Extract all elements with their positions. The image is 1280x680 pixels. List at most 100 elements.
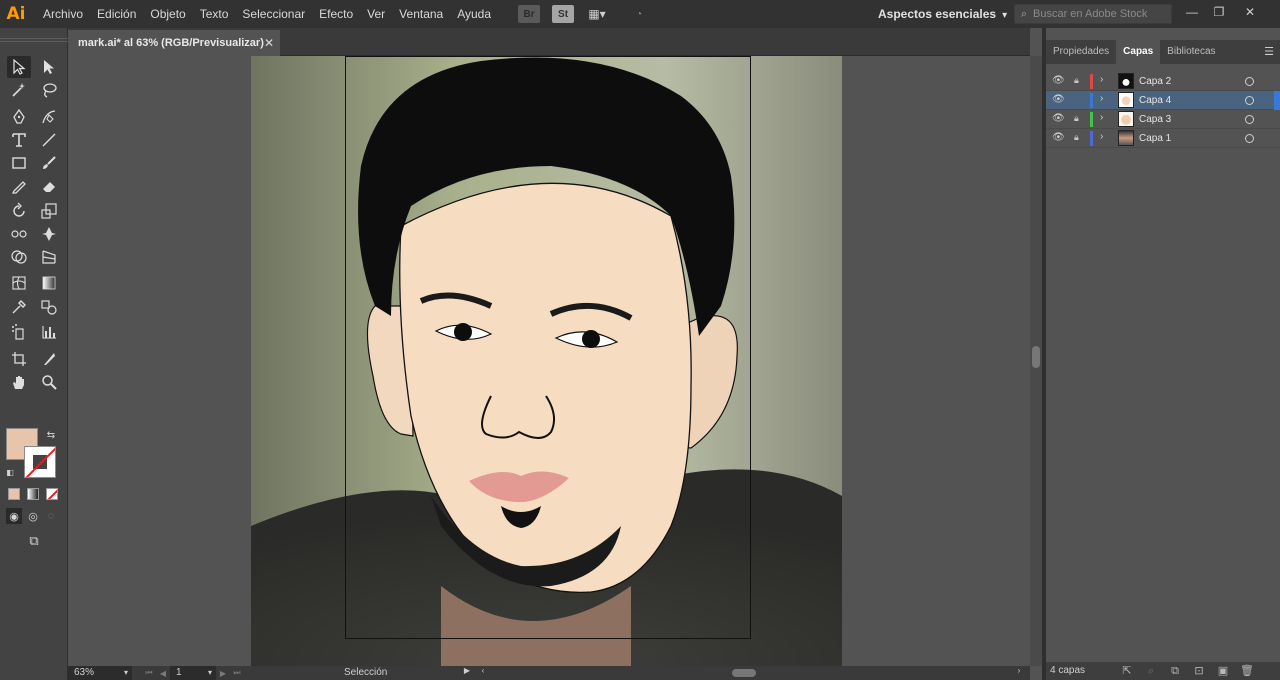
previous-artboard-icon[interactable]: ◀ [156,669,170,678]
export-icon[interactable]: ⇱ [1120,664,1134,678]
layer-name[interactable]: Capa 2 [1139,76,1171,87]
swap-fill-stroke-icon[interactable]: ⇆ [44,428,58,442]
color-mode-swatch[interactable] [8,488,20,500]
tab-capas[interactable]: Capas [1116,40,1161,64]
workspace-switcher[interactable]: Aspectos esenciales ▾ [878,0,1007,28]
scale-tool-icon[interactable] [37,200,61,222]
eyedropper-tool-icon[interactable] [7,296,31,318]
default-fill-stroke-icon[interactable]: ◧ [4,466,16,478]
minimize-button[interactable]: — [1180,3,1204,21]
mesh-tool-icon[interactable] [7,272,31,294]
close-icon[interactable]: ✕ [264,36,274,50]
layer-row-capa-4[interactable]: 👁 › Capa 4 [1046,91,1280,110]
eraser-tool-icon[interactable] [37,175,61,197]
lasso-tool-icon[interactable] [37,79,61,101]
stock-icon[interactable]: St [552,5,575,23]
artboard-tool-icon[interactable] [7,348,31,370]
document-tab[interactable]: mark.ai* al 63% (RGB/Previsualizar) ✕ [68,30,280,56]
shape-builder-tool-icon[interactable] [7,246,31,268]
zoom-tool-icon[interactable] [37,371,61,393]
canvas-area[interactable] [68,56,1030,666]
draw-inside-icon[interactable]: ◌ [43,508,59,524]
draw-normal-icon[interactable]: ◉ [6,508,22,524]
layer-name[interactable]: Capa 4 [1139,95,1171,106]
portrait-artwork[interactable] [251,56,842,666]
puppet-warp-tool-icon[interactable] [7,223,31,245]
visibility-eye-icon[interactable]: 👁 [1052,94,1065,106]
delete-layer-icon[interactable]: 🗑 [1240,664,1254,678]
new-sublayer-icon[interactable]: ⊡ [1192,664,1206,678]
menu-ayuda[interactable]: Ayuda [450,0,498,28]
line-segment-tool-icon[interactable] [37,129,61,151]
menu-ventana[interactable]: Ventana [392,0,450,28]
rotate-tool-icon[interactable] [7,200,31,222]
lock-icon[interactable]: 🔒︎ [1074,132,1084,144]
lock-icon[interactable]: 🔒︎ [1074,75,1084,87]
layer-name[interactable]: Capa 3 [1139,114,1171,125]
next-artboard-icon[interactable]: ▶ [216,669,230,678]
first-artboard-icon[interactable]: ⏮ [142,668,156,678]
magic-wand-tool-icon[interactable] [7,79,31,101]
zoom-level-select[interactable]: 63% ▾ [68,666,132,680]
scroll-right-icon[interactable]: › [1012,666,1026,675]
slice-tool-icon[interactable] [37,348,61,370]
pencil-tool-icon[interactable] [7,175,31,197]
hand-tool-icon[interactable] [7,371,31,393]
layer-target-icon[interactable] [1245,115,1254,124]
menu-seleccionar[interactable]: Seleccionar [235,0,312,28]
expand-chevron-icon[interactable]: › [1100,74,1103,85]
layer-row-capa-2[interactable]: 👁 🔒︎ › Capa 2 [1046,72,1280,91]
restore-button[interactable]: ❐ [1207,3,1231,21]
menu-archivo[interactable]: Archivo [36,0,90,28]
expand-chevron-icon[interactable]: › [1100,93,1103,104]
menu-efecto[interactable]: Efecto [312,0,360,28]
layer-target-icon[interactable] [1245,134,1254,143]
curvature-tool-icon[interactable] [37,106,61,128]
arrange-documents-icon[interactable]: ▦▾ [586,5,608,23]
gradient-tool-icon[interactable] [37,272,61,294]
scroll-left-icon[interactable]: ‹ [476,666,490,675]
lock-icon[interactable]: 🔒︎ [1074,113,1084,125]
clipping-mask-icon[interactable]: ⧉ [1168,664,1182,678]
visibility-eye-icon[interactable]: 👁 [1052,132,1065,144]
menu-edicion[interactable]: Edición [90,0,143,28]
menu-texto[interactable]: Texto [193,0,236,28]
gradient-mode-swatch[interactable] [27,488,39,500]
stock-search-input[interactable] [1033,8,1169,20]
locate-object-icon[interactable]: ⌕ [1144,664,1158,678]
expand-chevron-icon[interactable]: › [1100,131,1103,142]
menu-ver[interactable]: Ver [360,0,392,28]
new-layer-icon[interactable]: ▣ [1216,664,1230,678]
layer-selection-indicator[interactable] [1274,91,1280,110]
tab-propiedades[interactable]: Propiedades [1046,40,1116,64]
menu-objeto[interactable]: Objeto [143,0,192,28]
tab-bibliotecas[interactable]: Bibliotecas [1160,40,1222,64]
stroke-color-swatch[interactable] [24,446,56,478]
screen-mode-icon[interactable]: ⧉ [22,532,46,550]
visibility-eye-icon[interactable]: 👁 [1052,75,1065,87]
paintbrush-tool-icon[interactable] [37,152,61,174]
layer-target-icon[interactable] [1245,77,1254,86]
column-graph-tool-icon[interactable] [37,321,61,343]
stock-search[interactable]: ⌕ [1014,4,1172,24]
vertical-scroll-thumb[interactable] [1032,346,1040,368]
free-transform-tool-icon[interactable] [37,223,61,245]
symbol-sprayer-tool-icon[interactable] [7,321,31,343]
close-window-button[interactable]: ✕ [1238,3,1262,21]
layer-name[interactable]: Capa 1 [1139,133,1171,144]
toolbar-grip[interactable] [0,38,68,42]
perspective-grid-tool-icon[interactable] [37,246,61,268]
horizontal-scroll-thumb[interactable] [732,669,756,677]
pen-tool-icon[interactable] [7,106,31,128]
type-tool-icon[interactable] [7,129,31,151]
direct-selection-tool-icon[interactable] [37,56,61,78]
selection-tool-icon[interactable] [7,56,31,78]
none-mode-swatch[interactable] [46,488,58,500]
rectangle-tool-icon[interactable] [7,152,31,174]
visibility-eye-icon[interactable]: 👁 [1052,113,1065,125]
panel-menu-icon[interactable]: ☰ [1264,40,1274,64]
last-artboard-icon[interactable]: ⏭ [230,668,244,678]
layer-target-icon[interactable] [1245,96,1254,105]
blend-tool-icon[interactable] [37,296,61,318]
artboard-number-select[interactable]: 1 ▾ [170,666,216,680]
